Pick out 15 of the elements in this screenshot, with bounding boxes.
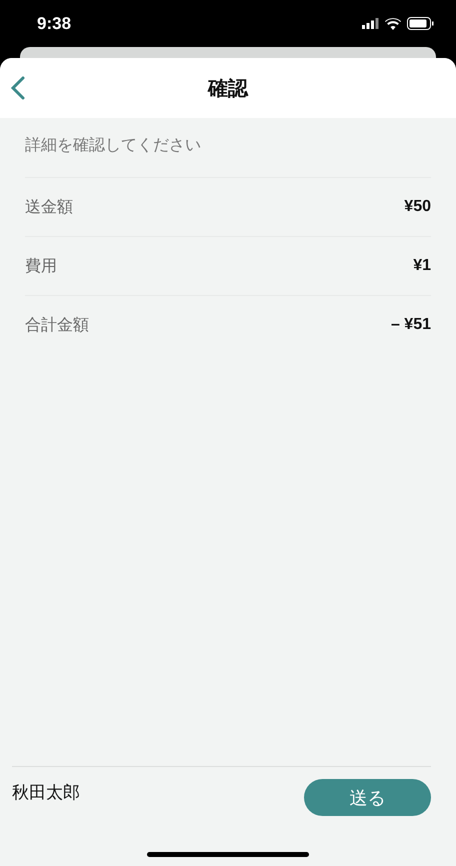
back-icon[interactable]: [10, 76, 26, 100]
wifi-icon: [385, 18, 401, 30]
status-time: 9:38: [37, 14, 72, 34]
row-label: 合計金額: [25, 314, 89, 336]
user-name: 秋田太郎: [12, 782, 80, 804]
screen-title: 確認: [208, 74, 248, 102]
battery-icon: [407, 17, 434, 30]
row-value: ¥50: [404, 198, 431, 216]
send-button[interactable]: 送る: [304, 779, 431, 816]
signal-icon: [362, 18, 379, 29]
instruction-text: 詳細を確認してください: [25, 134, 202, 156]
row-value: – ¥51: [390, 316, 431, 334]
row-value: ¥1: [413, 257, 431, 275]
row-label: 費用: [25, 256, 57, 276]
row-label: 送金額: [25, 196, 73, 218]
